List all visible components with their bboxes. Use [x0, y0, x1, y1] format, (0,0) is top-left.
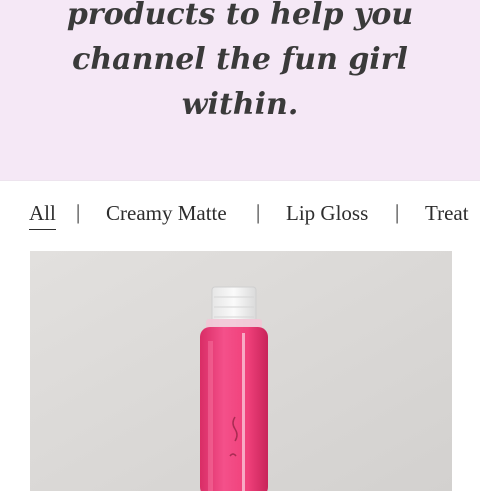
filter-all[interactable]: All	[29, 201, 56, 230]
filter-separator: |	[256, 200, 261, 224]
category-filter-bar: All | Creamy Matte | Lip Gloss | Treat	[0, 195, 480, 235]
hero-banner: products to help you channel the fun gir…	[0, 0, 480, 181]
product-card[interactable]	[30, 251, 452, 491]
filter-treatment[interactable]: Treat	[425, 201, 469, 226]
hero-text-line-1: products to help you	[66, 0, 414, 32]
filter-separator: |	[76, 200, 81, 224]
filter-lip-gloss[interactable]: Lip Gloss	[286, 201, 368, 226]
hero-text-line-2: channel the fun girl	[72, 42, 408, 77]
product-image[interactable]	[30, 251, 452, 491]
filter-separator: |	[395, 200, 400, 224]
hero-text-line-3: within.	[181, 87, 299, 122]
filter-creamy-matte[interactable]: Creamy Matte	[106, 201, 227, 226]
